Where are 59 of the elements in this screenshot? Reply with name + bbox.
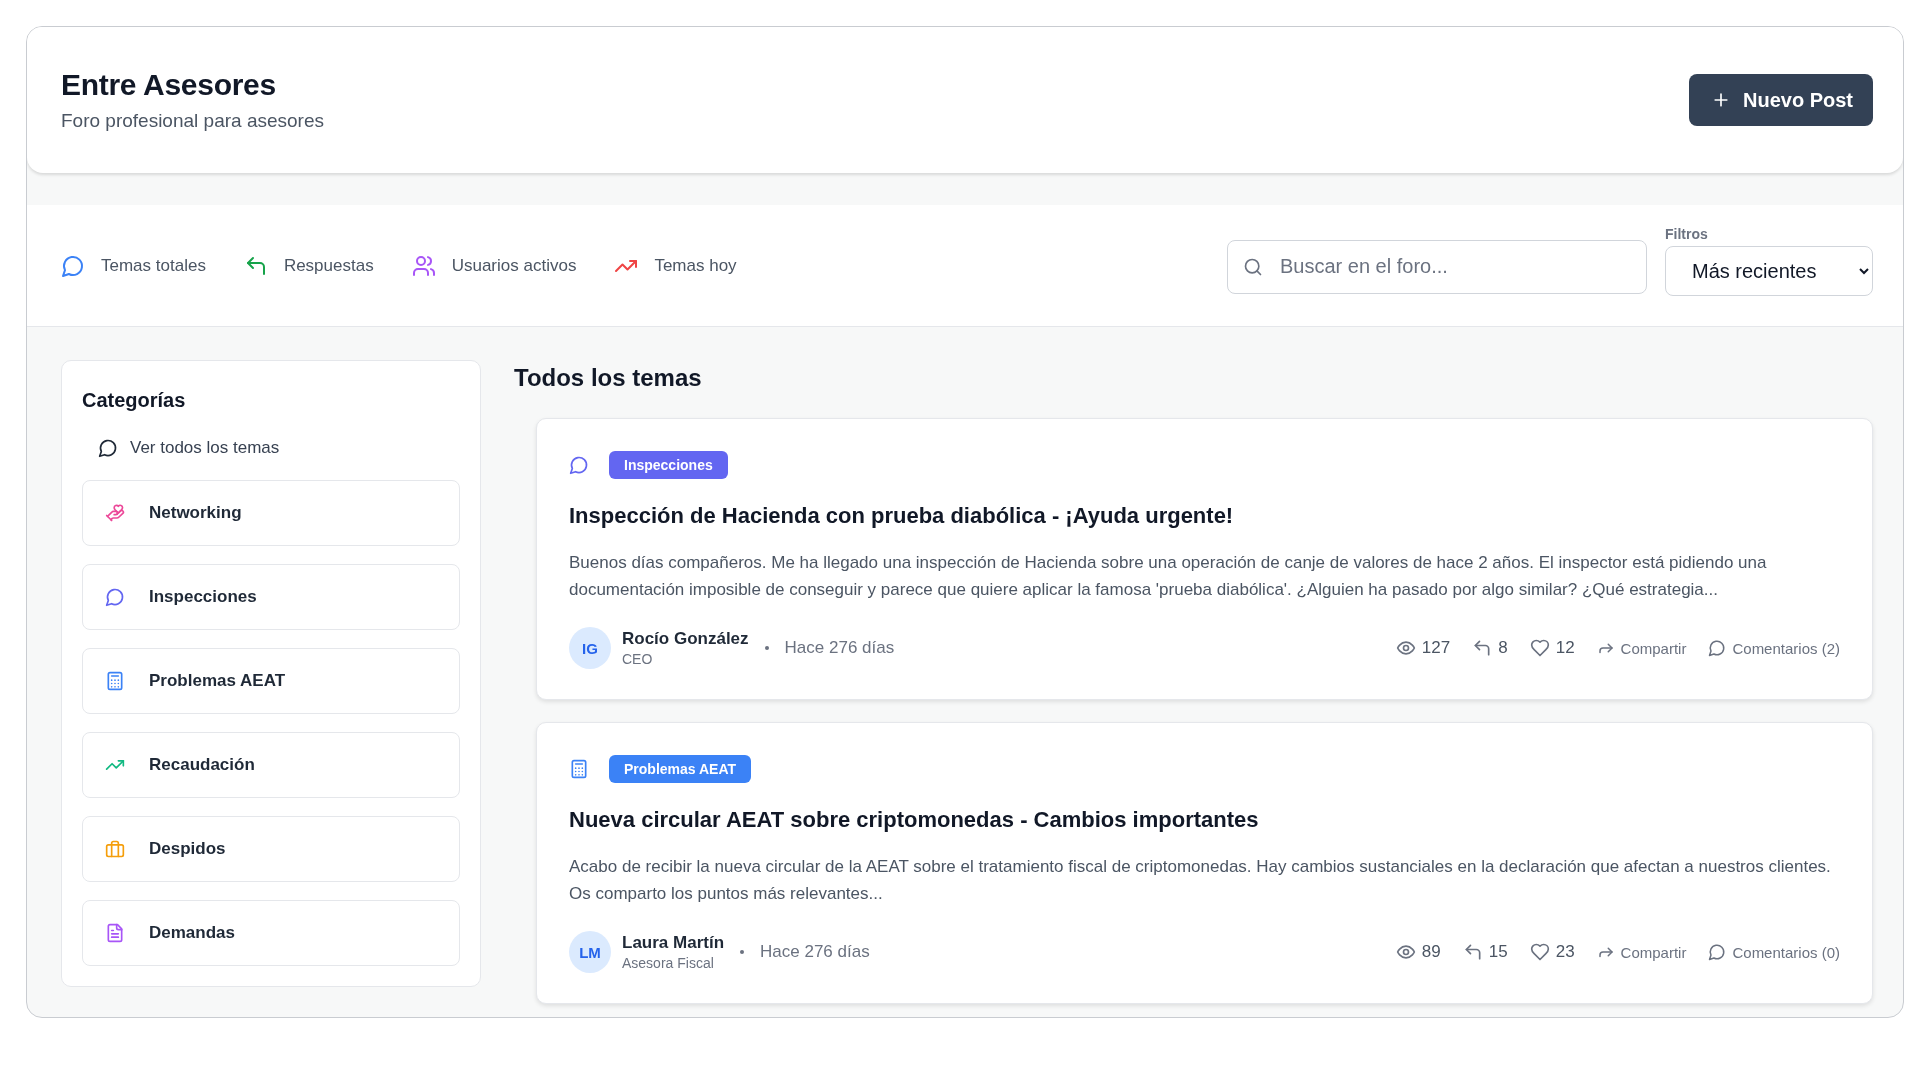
category-item[interactable]: Inspecciones <box>82 564 460 630</box>
chat-bubble-icon <box>569 455 589 475</box>
section-title: Todos los temas <box>514 364 703 392</box>
sort-select[interactable]: Más recientes <box>1665 245 1873 296</box>
like-count: 12 <box>1555 638 1575 658</box>
heart-icon <box>1529 638 1550 658</box>
separator-dot <box>740 950 745 954</box>
reply-arrow-icon <box>1462 942 1483 962</box>
site-title: Entre Asesores <box>61 68 277 102</box>
category-item[interactable]: Despidos <box>82 816 460 882</box>
share-button[interactable]: Compartir <box>1596 943 1687 961</box>
view-count: 89 <box>1421 942 1441 962</box>
eye-icon <box>1395 638 1416 658</box>
reply-arrow-icon <box>1472 638 1493 658</box>
search-icon <box>1243 256 1263 277</box>
author-avatar: LM <box>569 931 611 973</box>
category-tag: Inspecciones <box>609 451 728 479</box>
author-name: Rocío González <box>622 629 749 649</box>
chat-bubble-icon <box>98 438 118 458</box>
category-item[interactable]: Networking <box>82 480 460 546</box>
topic-card[interactable] <box>536 722 1873 1004</box>
topic-title[interactable]: Nueva circular AEAT sobre criptomonedas - Cambios importantes <box>569 807 1840 833</box>
chat-bubble-icon <box>1708 639 1727 657</box>
calculator-icon <box>569 759 589 779</box>
like-count: 23 <box>1555 942 1575 962</box>
chat-bubble-icon <box>1708 943 1727 961</box>
category-item[interactable]: Problemas AEAT <box>82 648 460 714</box>
share-button[interactable]: Compartir <box>1596 639 1687 657</box>
author-avatar: IG <box>569 627 611 669</box>
site-subtitle: Foro profesional para asesores <box>61 110 324 132</box>
eye-icon <box>1395 942 1416 962</box>
topic-card[interactable] <box>536 418 1873 700</box>
all-topics-link[interactable]: Ver todos los temas <box>82 438 296 458</box>
reply-count: 8 <box>1498 638 1508 658</box>
post-time: Hace 276 días <box>760 942 870 962</box>
heart-icon <box>1529 942 1550 962</box>
view-count: 127 <box>1421 638 1451 658</box>
author-role: CEO <box>622 651 654 667</box>
panel-title: Categorías <box>82 389 187 412</box>
topic-title[interactable]: Inspección de Hacienda con prueba diabólica - ¡Ayuda urgente! <box>569 503 1840 529</box>
separator-dot <box>764 646 769 650</box>
comments-button[interactable]: Comentarios (2) <box>1708 639 1840 657</box>
filter-label: Filtros <box>1665 225 1709 242</box>
stat-label: Temas totales <box>101 255 206 276</box>
author-role: Asesora Fiscal <box>622 955 715 971</box>
post-time: Hace 276 días <box>784 638 895 658</box>
stat-label: Usuarios activos <box>451 255 577 276</box>
author-name: Laura Martín <box>622 933 725 953</box>
comments-button[interactable]: Comentarios (0) <box>1708 943 1840 961</box>
reply-count: 15 <box>1488 942 1508 962</box>
topic-excerpt: Buenos días compañeros. Me ha llegado una inspección de Hacienda sobre una operación de canje de valores de hace 2 años. El inspector está pidiendo una documentación imposible de conseguir y parece que quiere aplicar la famosa 'prueba diabólica'. ¿Alguien ha pasado por algo similar? ¿Qué estrategia... <box>569 552 1768 601</box>
category-item[interactable]: Demandas <box>82 900 460 966</box>
category-tag: Problemas AEAT <box>609 755 752 783</box>
stat-label: Respuestas <box>283 255 374 276</box>
topic-excerpt: Acabo de recibir la nueva circular de la AEAT sobre el tratamiento fiscal de criptomonedas. Hay cambios sustanciales en la declaración que afectan a nuestros clientes. Os comparto los puntos más relevantes... <box>569 856 1832 905</box>
new-post-button[interactable]: Nuevo Post <box>1688 74 1873 126</box>
search-field[interactable]: Buscar en el foro... <box>1227 239 1647 294</box>
category-item[interactable]: Recaudación <box>82 732 460 798</box>
stat-label: Temas hoy <box>654 255 737 276</box>
